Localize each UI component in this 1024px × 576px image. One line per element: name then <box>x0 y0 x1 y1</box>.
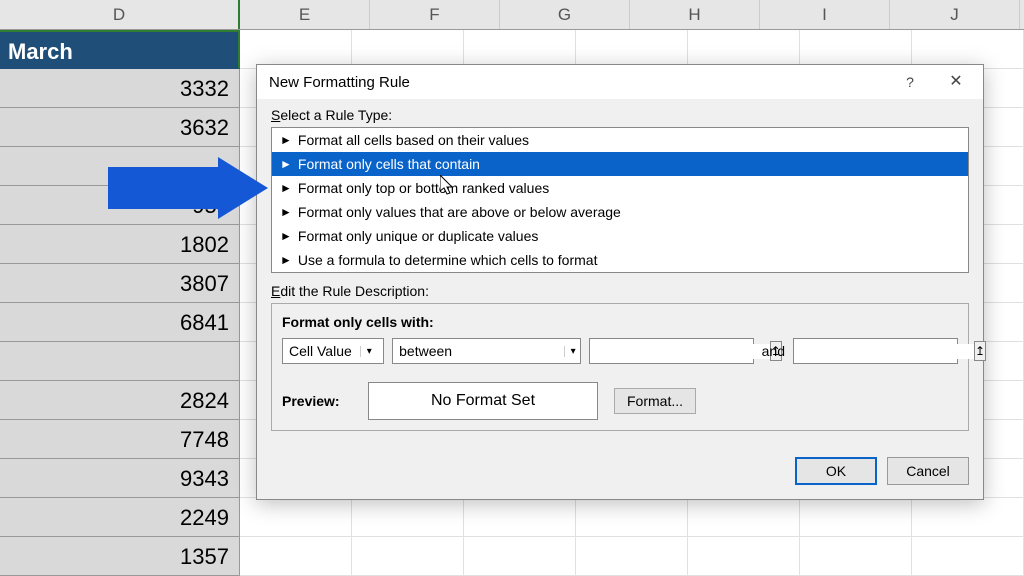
bullet-icon: ► <box>280 133 292 147</box>
column-header-i[interactable]: I <box>760 0 890 29</box>
rule-type-item[interactable]: ► Use a formula to determine which cells … <box>272 248 968 272</box>
range-picker-icon[interactable]: ↥ <box>974 341 986 361</box>
column-header-e[interactable]: E <box>240 0 370 29</box>
operator-value: between <box>399 343 555 359</box>
help-button[interactable]: ? <box>887 67 933 97</box>
dialog-title: New Formatting Rule <box>269 74 887 91</box>
range-to-input[interactable]: ↥ <box>793 338 958 364</box>
cancel-button[interactable]: Cancel <box>887 457 969 485</box>
empty-cell[interactable] <box>352 498 464 537</box>
dialog-footer: OK Cancel <box>257 445 983 499</box>
rule-type-item[interactable]: ► Format only unique or duplicate values <box>272 224 968 248</box>
rule-type-label: Format only values that are above or bel… <box>298 204 621 220</box>
empty-cell[interactable] <box>688 498 800 537</box>
empty-cell[interactable] <box>688 537 800 576</box>
close-button[interactable]: ✕ <box>933 67 979 97</box>
bullet-icon: ► <box>280 205 292 219</box>
column-header-j[interactable]: J <box>890 0 1020 29</box>
chevron-down-icon: ▾ <box>360 346 372 357</box>
empty-cell[interactable] <box>576 498 688 537</box>
format-button[interactable]: Format... <box>614 388 696 414</box>
data-cell[interactable]: 2249 <box>0 498 240 537</box>
empty-cell[interactable] <box>464 498 576 537</box>
column-headers: D E F G H I J <box>0 0 1024 30</box>
criteria-row: Cell Value ▾ between ▾ ↥ and ↥ <box>282 338 958 364</box>
data-cell[interactable]: 3632 <box>0 108 240 147</box>
dialog-body: Select a Rule Type: ► Format all cells ba… <box>257 99 983 445</box>
empty-cell[interactable] <box>352 537 464 576</box>
rule-type-item[interactable]: ► Format all cells based on their values <box>272 128 968 152</box>
rule-type-item[interactable]: ► Format only values that are above or be… <box>272 200 968 224</box>
format-only-cells-with-label: Format only cells with: <box>282 314 958 330</box>
rule-type-item[interactable]: ► Format only top or bottom ranked values <box>272 176 968 200</box>
empty-cell[interactable] <box>576 537 688 576</box>
data-cell[interactable]: 6841 <box>0 303 240 342</box>
empty-cell[interactable] <box>240 537 352 576</box>
empty-cell[interactable] <box>240 498 352 537</box>
empty-cell[interactable] <box>464 537 576 576</box>
data-cell[interactable]: 9343 <box>0 459 240 498</box>
data-cell[interactable]: 2824 <box>0 381 240 420</box>
edit-rule-description-label: Edit the Rule Description: <box>271 283 969 299</box>
range-from-field[interactable] <box>594 344 770 359</box>
operator-select[interactable]: between ▾ <box>392 338 581 364</box>
preview-label: Preview: <box>282 393 352 409</box>
rule-description-box: Format only cells with: Cell Value ▾ bet… <box>271 303 969 431</box>
empty-cell[interactable] <box>912 537 1024 576</box>
data-cell[interactable]: 3332 <box>0 69 240 108</box>
callout-arrow-icon <box>108 157 268 219</box>
condition-type-select[interactable]: Cell Value ▾ <box>282 338 384 364</box>
rule-type-label: Format only unique or duplicate values <box>298 228 538 244</box>
and-label: and <box>762 343 785 359</box>
empty-cell[interactable] <box>800 537 912 576</box>
select-rule-type-label: Select a Rule Type: <box>271 107 969 123</box>
rule-type-label: Format only cells that contain <box>298 156 480 172</box>
rule-type-item-selected[interactable]: ► Format only cells that contain <box>272 152 968 176</box>
chevron-down-icon: ▾ <box>564 346 576 357</box>
month-header-cell[interactable]: March <box>0 30 240 69</box>
data-cell[interactable] <box>0 342 240 381</box>
range-from-input[interactable]: ↥ <box>589 338 754 364</box>
bullet-icon: ► <box>280 157 292 171</box>
preview-box: No Format Set <box>368 382 598 420</box>
data-column-d: March 3332 3632 953 1802 3807 6841 2824 … <box>0 30 240 576</box>
dialog-titlebar[interactable]: New Formatting Rule ? ✕ <box>257 65 983 99</box>
rule-type-label: Format all cells based on their values <box>298 132 529 148</box>
rule-type-list[interactable]: ►Format all cells based on their values … <box>271 127 969 273</box>
empty-cell[interactable] <box>800 498 912 537</box>
bullet-icon: ► <box>280 229 292 243</box>
condition-type-value: Cell Value <box>289 343 352 359</box>
data-cell[interactable]: 7748 <box>0 420 240 459</box>
bullet-icon: ► <box>280 181 292 195</box>
empty-cell[interactable] <box>912 498 1024 537</box>
new-formatting-rule-dialog: New Formatting Rule ? ✕ Select a Rule Ty… <box>256 64 984 500</box>
data-cell[interactable]: 1357 <box>0 537 240 576</box>
bullet-icon: ► <box>280 253 292 267</box>
ok-button[interactable]: OK <box>795 457 877 485</box>
rule-type-label: Format only top or bottom ranked values <box>298 180 549 196</box>
data-cell[interactable]: 3807 <box>0 264 240 303</box>
column-header-f[interactable]: F <box>370 0 500 29</box>
column-header-h[interactable]: H <box>630 0 760 29</box>
preview-row: Preview: No Format Set Format... <box>282 382 958 420</box>
column-header-g[interactable]: G <box>500 0 630 29</box>
column-header-d[interactable]: D <box>0 0 240 29</box>
data-cell[interactable]: 1802 <box>0 225 240 264</box>
range-to-field[interactable] <box>798 344 974 359</box>
rule-type-label: Use a formula to determine which cells t… <box>298 252 598 268</box>
